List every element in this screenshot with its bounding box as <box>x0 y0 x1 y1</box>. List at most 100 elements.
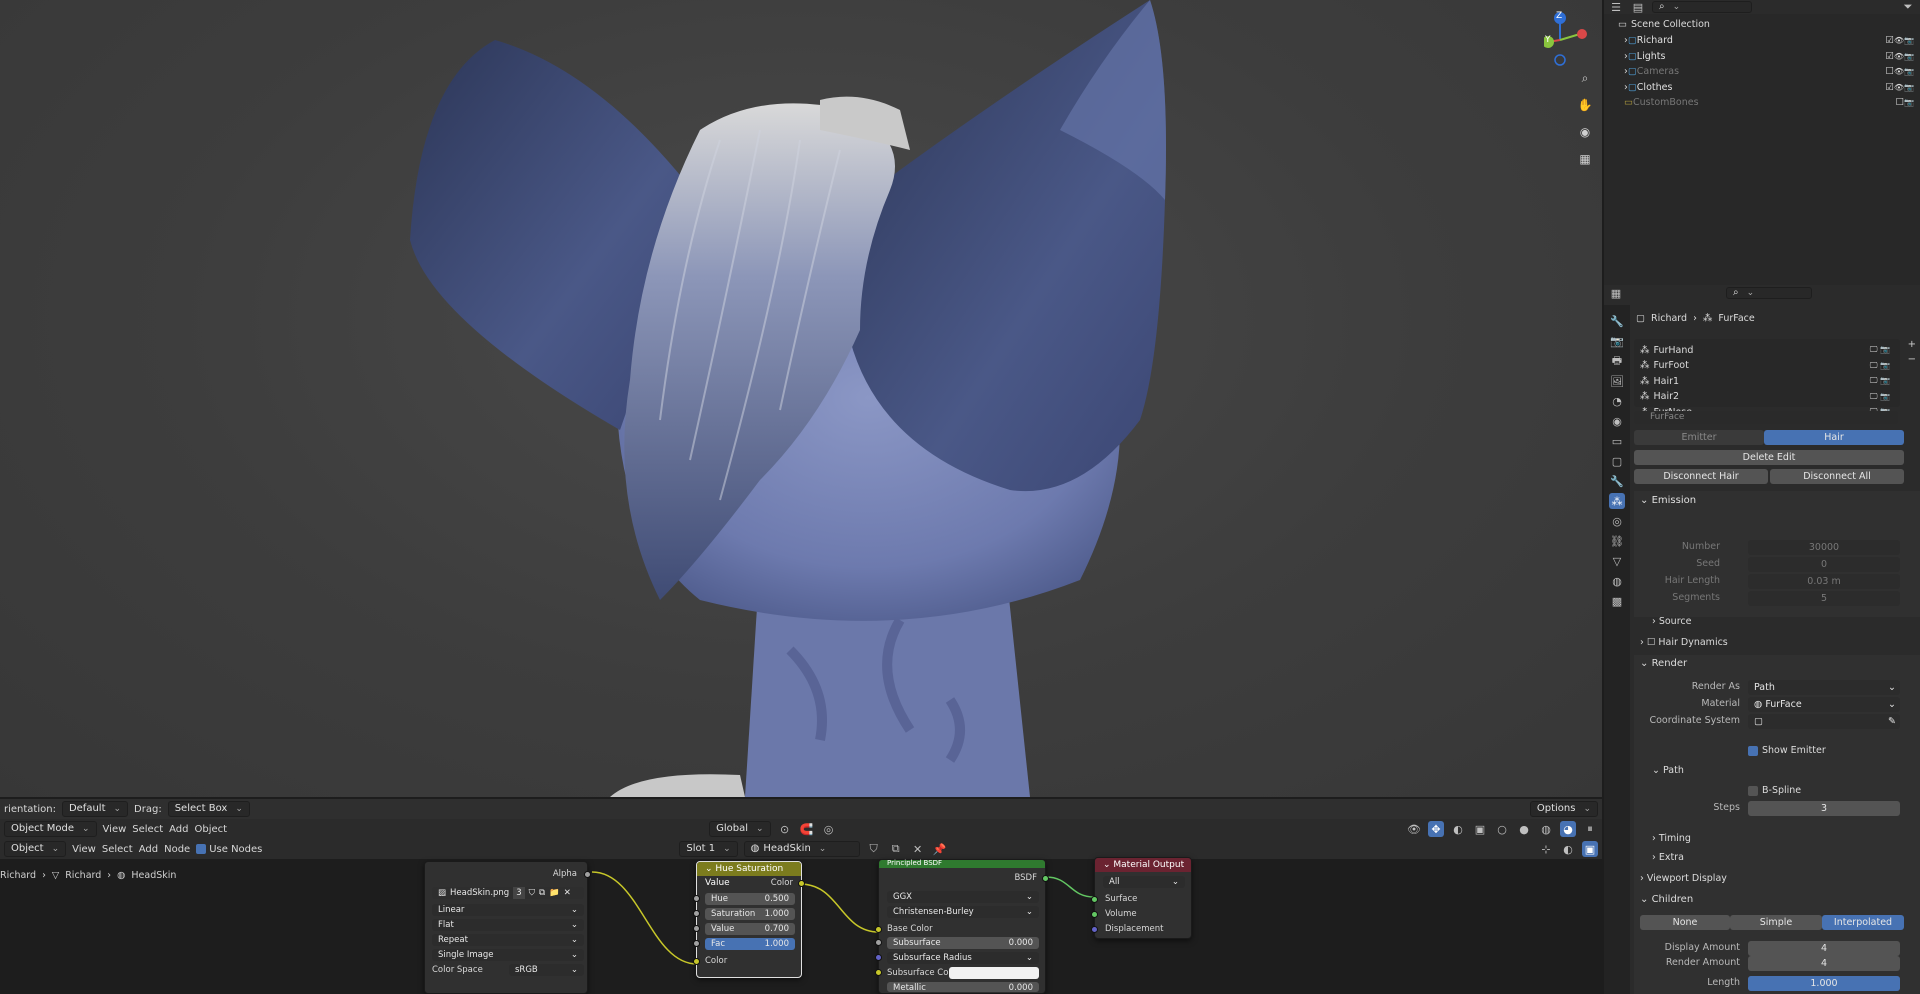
outliner-item[interactable]: › ▢ Cameras ☐ 👁 📷 <box>1624 64 1914 79</box>
zoom-icon[interactable]: ⌕ <box>1572 65 1598 91</box>
bspline-toggle[interactable]: B-Spline <box>1748 785 1801 796</box>
rendered-shading-icon[interactable]: ◕ <box>1560 821 1576 837</box>
show-emitter-toggle[interactable]: Show Emitter <box>1748 745 1826 756</box>
add-particle-system-icon[interactable]: + <box>1908 339 1916 350</box>
remove-particle-system-icon[interactable]: − <box>1908 354 1916 365</box>
visibility-icon[interactable]: 👁 <box>1406 821 1422 837</box>
subsurface-radius-socket[interactable] <box>875 954 882 961</box>
image-texture-node[interactable]: Alpha ▨ HeadSkin.png 3 ⛉ ⧉ 📁 ✕ Linear ⌄ F… <box>424 861 591 994</box>
viewport-render-toggles-icon[interactable]: 🖵 📷 <box>1870 392 1890 402</box>
tool-tab-icon[interactable]: 🔧 <box>1609 313 1625 329</box>
seed-field[interactable]: 0 <box>1748 557 1900 572</box>
exclude-checkbox-icon[interactable]: ☑ <box>1885 51 1894 62</box>
interpolation-dropdown[interactable]: Linear ⌄ <box>432 904 584 916</box>
viewport-menu-object[interactable]: Object <box>195 824 228 835</box>
exclude-checkbox-icon[interactable]: ☐ <box>1885 66 1894 77</box>
disconnect-all-button[interactable]: Disconnect All <box>1770 469 1904 484</box>
number-field[interactable]: 30000 <box>1748 540 1900 555</box>
render-camera-icon[interactable]: 📷 <box>1904 52 1914 61</box>
projection-dropdown[interactable]: Flat ⌄ <box>432 919 584 931</box>
image-new-icon[interactable]: ⧉ <box>539 887 545 899</box>
image-open-icon[interactable]: 📁 <box>549 887 560 899</box>
scene-collection-row[interactable]: ▭ Scene Collection <box>1618 19 1710 30</box>
render-camera-icon[interactable]: 📷 <box>1904 98 1914 107</box>
outliner-search-input[interactable]: ⌕ <box>1652 1 1752 13</box>
exclude-checkbox-icon[interactable]: ☐ <box>1896 97 1905 108</box>
value-input-socket[interactable] <box>693 925 700 932</box>
gizmo-toggle-icon[interactable]: ✥ <box>1428 821 1444 837</box>
volume-input-socket[interactable] <box>1091 911 1098 918</box>
distribution-dropdown[interactable]: GGX ⌄ <box>887 891 1039 903</box>
steps-field[interactable]: 3 <box>1748 801 1900 816</box>
proportional-edit-icon[interactable]: ◎ <box>821 821 837 837</box>
source-subpanel[interactable]: › Source <box>1652 616 1691 627</box>
eye-visibility-icon[interactable]: 👁 <box>1894 36 1904 45</box>
drag-dropdown[interactable]: Select Box <box>167 801 250 817</box>
material-dropdown[interactable]: ◍ FurFace ⌄ <box>1748 697 1900 712</box>
render-camera-icon[interactable]: 📷 <box>1904 67 1914 76</box>
exclude-checkbox-icon[interactable]: ☑ <box>1885 82 1894 93</box>
texture-tab-icon[interactable]: ▩ <box>1609 593 1625 609</box>
viewport-menu-add[interactable]: Add <box>169 824 188 835</box>
surface-input-socket[interactable] <box>1091 896 1098 903</box>
world-tab-icon[interactable]: ◉ <box>1609 413 1625 429</box>
particle-system-row[interactable]: ⁂ Hair2 🖵 📷 <box>1640 390 1890 404</box>
subsurface-radius-dropdown[interactable]: Subsurface Radius ⌄ <box>887 952 1039 964</box>
pan-hand-icon[interactable]: ✋ <box>1572 92 1598 118</box>
filter-icon[interactable]: ⏷ <box>1900 0 1916 15</box>
subsurface-socket[interactable] <box>875 939 882 946</box>
segments-field[interactable]: 5 <box>1748 591 1900 606</box>
node-editor[interactable]: Object View Select Add Node Use Nodes Sl… <box>0 839 1602 994</box>
saturation-field[interactable]: Saturation 1.000 <box>705 908 795 920</box>
output-target-dropdown[interactable]: All ⌄ <box>1103 876 1185 888</box>
children-none-tab[interactable]: None <box>1640 915 1730 930</box>
subsurface-method-dropdown[interactable]: Christensen-Burley ⌄ <box>887 906 1039 918</box>
fac-field[interactable]: Fac 1.000 <box>705 938 795 950</box>
eye-visibility-icon[interactable]: 👁 <box>1894 67 1904 76</box>
path-subpanel-header[interactable]: ⌄ Path <box>1652 765 1684 776</box>
saturation-input-socket[interactable] <box>693 910 700 917</box>
data-tab-icon[interactable]: ▽ <box>1609 553 1625 569</box>
material-output-node[interactable]: ⌄ Material Output All ⌄ Surface Volume Di… <box>1091 857 1192 939</box>
extension-dropdown[interactable]: Repeat ⌄ <box>432 934 584 946</box>
coordinate-system-field[interactable]: ▢ ✎ <box>1748 714 1900 729</box>
viewport-menu-view[interactable]: View <box>103 824 127 835</box>
transform-orientation-dropdown[interactable]: Global <box>709 821 771 837</box>
properties-editor-icon[interactable]: ▦ <box>1608 285 1624 301</box>
children-interpolated-tab[interactable]: Interpolated <box>1822 915 1904 930</box>
particle-system-row[interactable]: ⁂ Hair1 🖵 📷 <box>1640 374 1890 388</box>
hsv-node-header[interactable]: ⌄ Hue Saturation Value <box>697 862 801 888</box>
eye-visibility-icon[interactable]: 👁 <box>1894 52 1904 61</box>
subsurface-color-swatch[interactable] <box>949 967 1039 979</box>
hue-saturation-value-node[interactable]: ⌄ Hue Saturation Value Color Hue 0.500 Sa… <box>693 861 805 978</box>
color-space-dropdown[interactable]: sRGB ⌄ <box>509 964 584 976</box>
emission-panel-header[interactable]: ⌄ Emission <box>1640 495 1696 506</box>
pause-icon[interactable]: ⏸ <box>1582 821 1598 837</box>
value-field[interactable]: Value 0.700 <box>705 923 795 935</box>
viewport-render-toggles-icon[interactable]: 🖵 📷 <box>1870 376 1890 386</box>
material-shading-icon[interactable]: ◍ <box>1538 821 1554 837</box>
length-slider[interactable]: 1.000 <box>1748 976 1900 991</box>
base-color-socket[interactable] <box>875 926 882 933</box>
output-node-header[interactable]: ⌄ Material Output <box>1095 858 1191 872</box>
orientation-dropdown[interactable]: Default <box>61 801 129 817</box>
render-amount-field[interactable]: 4 <box>1748 956 1900 971</box>
eye-visibility-icon[interactable]: 👁 <box>1894 83 1904 92</box>
particle-system-list[interactable]: ⁂ FurHand 🖵 📷 ⁂ FurFoot 🖵 📷 ⁂ Hair1 🖵 📷 ⁂ Hair2 🖵 📷… <box>1634 339 1900 418</box>
collection-tab-icon[interactable]: ▭ <box>1609 433 1625 449</box>
show-emitter-checkbox-icon[interactable] <box>1748 745 1758 756</box>
modifier-tab-icon[interactable]: 🔧 <box>1609 473 1625 489</box>
material-tab-icon[interactable]: ◍ <box>1609 573 1625 589</box>
bsdf-node-header[interactable]: Principled BSDF <box>879 860 1045 868</box>
children-simple-tab[interactable]: Simple <box>1730 915 1822 930</box>
viewport-menu-select[interactable]: Select <box>132 824 163 835</box>
displacement-input-socket[interactable] <box>1091 926 1098 933</box>
fac-input-socket[interactable] <box>693 940 700 947</box>
delete-edit-button[interactable]: Delete Edit <box>1634 450 1904 465</box>
properties-search-input[interactable]: ⌕ <box>1726 287 1812 299</box>
wireframe-shading-icon[interactable]: ○ <box>1494 821 1510 837</box>
subsurface-field[interactable]: Subsurface 0.000 <box>887 937 1039 949</box>
properties-editor[interactable]: ▦ ⌕ 🔧 📷 🖶 🖼 ◔ ◉ ▭ ▢ 🔧 ⁂ ◎ ⛓ ▽ ◍ ▩ ▢ Rich… <box>1604 285 1920 994</box>
render-tab-icon[interactable]: 📷 <box>1609 333 1625 349</box>
overlay-icon[interactable]: ◐ <box>1450 821 1466 837</box>
